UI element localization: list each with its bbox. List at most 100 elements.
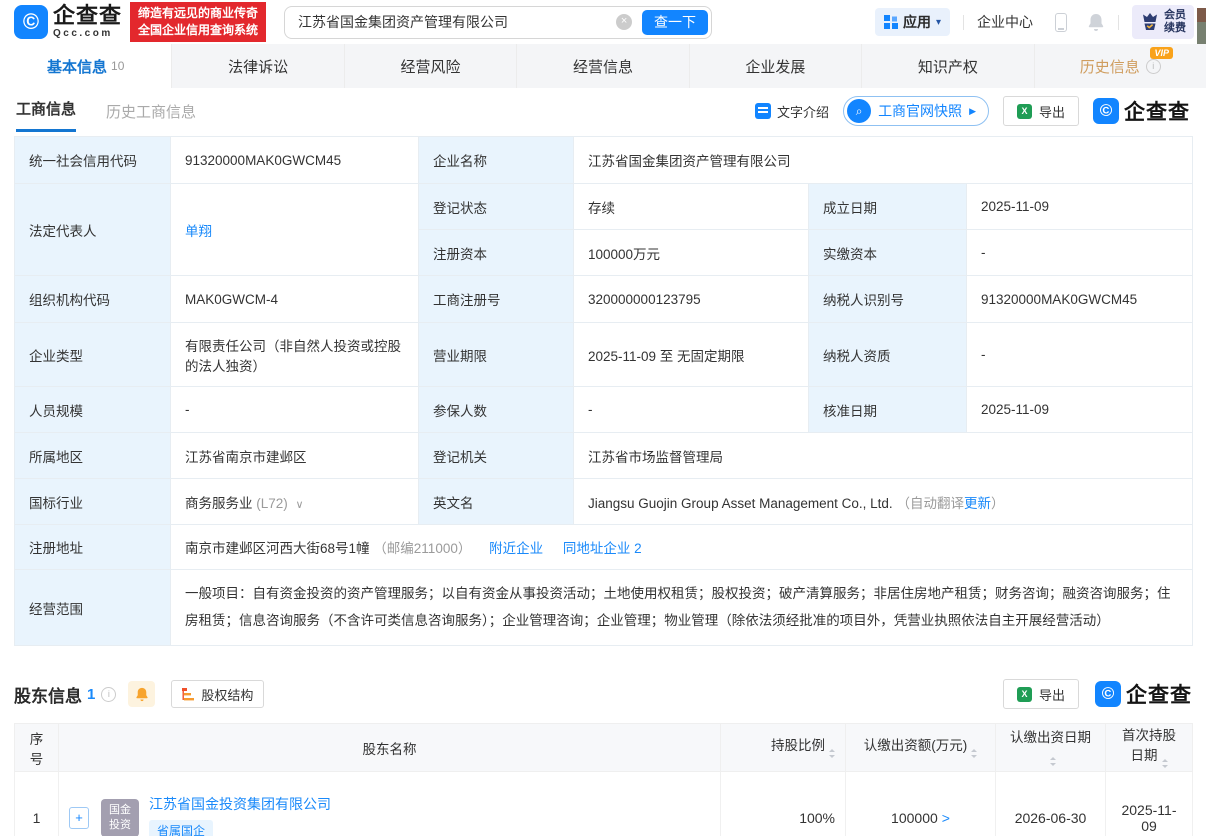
tab-basic-info[interactable]: 基本信息 10: [0, 44, 172, 88]
top-header-bar: © 企查查 Qcc.com 缔造有远见的商业传奇 全国企业信用查询系统 × 查一…: [0, 0, 1206, 44]
clear-search-icon[interactable]: ×: [616, 14, 633, 30]
shareholders-export-button[interactable]: X 导出: [1002, 679, 1079, 709]
expand-row-button[interactable]: +: [69, 806, 89, 829]
field-value: 91320000MAK0GWCM45: [965, 275, 1194, 323]
row-subscribe-date: 2026-06-30: [995, 771, 1106, 836]
snapshot-icon: ⌕: [847, 99, 872, 123]
field-label: 营业期限: [418, 322, 574, 387]
main-tab-bar: 基本信息 10 法律诉讼 经营风险 经营信息 企业发展 知识产权 VIP 历史信…: [0, 44, 1206, 88]
table-row: 经营范围 一般项目：自有资金投资的资产管理服务；以自有资金从事投资活动；土地使用…: [14, 569, 1194, 646]
vip-crown-icon: [1143, 13, 1157, 30]
member-renew-button[interactable]: 会员 续费: [1132, 5, 1194, 39]
qcc-icon: ©: [1093, 98, 1119, 124]
field-value: 南京市建邺区河西大街68号1幢 （邮编211000） 附近企业 同地址企业 2: [169, 524, 1194, 570]
table-row: 组织机构代码 MAK0GWCM-4 工商注册号 320000000123795 …: [14, 275, 1194, 323]
row-ratio: 100%: [720, 771, 846, 836]
field-label: 英文名: [418, 478, 574, 525]
field-value: 91320000MAK0GWCM45: [170, 136, 419, 184]
qcc-logo[interactable]: © 企查查 Qcc.com: [14, 5, 122, 39]
field-value: MAK0GWCM-4: [170, 275, 419, 323]
qcc-icon: ©: [1095, 681, 1121, 707]
subtab-business-info[interactable]: 工商信息: [16, 88, 77, 134]
tab-history-info[interactable]: VIP 历史信息 i: [1033, 44, 1206, 88]
postcode: （邮编211000）: [373, 541, 472, 556]
toolbar: 文字介绍 ⌕ 工商官网快照 ▶ X 导出 © 企查查: [755, 96, 1190, 126]
translate-update-link[interactable]: 更新: [964, 496, 991, 511]
shareholders-title: 股东信息: [14, 686, 82, 706]
row-amount: 100000 >: [845, 771, 996, 836]
field-label: 工商注册号: [418, 275, 574, 323]
field-value: -: [965, 322, 1194, 387]
tab-enterprise-development[interactable]: 企业发展: [688, 44, 861, 88]
field-value: -: [965, 229, 1194, 276]
scrollbar-thumb[interactable]: [1197, 8, 1206, 22]
tab-operating-info[interactable]: 经营信息: [516, 44, 688, 88]
tab-basic-info-count: 10: [111, 59, 125, 73]
business-scope-value: 一般项目：自有资金投资的资产管理服务；以自有资金从事投资活动；土地使用权租赁；股…: [169, 569, 1194, 646]
col-ratio: 持股比例: [720, 723, 846, 772]
member-line1: 会员: [1164, 8, 1186, 21]
same-address-companies-link[interactable]: 同地址企业 2: [563, 541, 642, 556]
col-seq: 序号: [14, 723, 59, 772]
subscribe-bell-icon[interactable]: [128, 681, 156, 707]
chevron-down-icon: ▾: [935, 16, 941, 28]
field-value: 2025-11-09 至 无固定期限: [573, 322, 809, 387]
field-label: 参保人数: [418, 386, 574, 433]
info-icon[interactable]: i: [1145, 58, 1161, 74]
field-value: 江苏省市场监督管理局: [572, 432, 1194, 479]
equity-structure-button[interactable]: 股权结构: [171, 680, 265, 708]
shareholder-name-link[interactable]: 江苏省国金投资集团有限公司: [149, 796, 331, 812]
legal-rep-link[interactable]: 单翔: [185, 224, 212, 239]
col-subscribe-date: 认缴出资日期: [995, 723, 1106, 772]
field-label: 经营范围: [14, 569, 171, 646]
mobile-app-icon[interactable]: [1055, 12, 1067, 32]
field-label: 注册资本: [418, 229, 574, 276]
tab-legal-litigation[interactable]: 法律诉讼: [171, 44, 343, 88]
field-label: 法定代表人: [14, 183, 171, 276]
play-icon: ▶: [969, 105, 976, 116]
industry-code: (L72): [256, 495, 288, 511]
export-button[interactable]: X 导出: [1002, 96, 1079, 126]
field-label: 核准日期: [808, 386, 967, 433]
sort-icon[interactable]: [1049, 754, 1056, 769]
top-nav: 应用 ▾ 企业中心 会员 续费: [874, 5, 1194, 39]
field-value: 江苏省国金集团资产管理有限公司: [572, 136, 1194, 184]
field-value: 100000万元: [573, 229, 809, 276]
tab-operating-risk[interactable]: 经营风险: [343, 44, 516, 88]
enterprise-center-link[interactable]: 企业中心: [977, 12, 1033, 32]
field-value: -: [170, 386, 419, 433]
sort-icon[interactable]: [1161, 756, 1168, 771]
amount-detail-link[interactable]: >: [942, 810, 950, 826]
subtab-history-business-info[interactable]: 历史工商信息: [106, 101, 196, 122]
field-value: 存续: [573, 183, 809, 230]
text-intro-button[interactable]: 文字介绍: [755, 102, 829, 121]
table-row: 所属地区 江苏省南京市建邺区 登记机关 江苏省市场监督管理局: [14, 432, 1194, 479]
col-shareholder-name: 股东名称: [58, 723, 721, 772]
info-icon[interactable]: i: [101, 686, 117, 702]
equity-structure-icon: [182, 687, 195, 700]
field-value: 2025-11-09: [965, 183, 1194, 230]
row-first-hold-date: 2025-11-09: [1105, 771, 1193, 836]
tab-intellectual-property[interactable]: 知识产权: [861, 44, 1033, 88]
divider: [1118, 14, 1119, 30]
slogan-line2: 全国企业信用查询系统: [138, 23, 259, 37]
apps-menu-button[interactable]: 应用 ▾: [874, 8, 950, 36]
sub-tab-bar: 工商信息 历史工商信息 文字介绍 ⌕ 工商官网快照 ▶ X 导出 © 企查查: [0, 88, 1206, 134]
sort-icon[interactable]: [971, 746, 978, 761]
shareholder-name-cell: + 国金 投资 江苏省国金投资集团有限公司 省属国企: [58, 771, 721, 836]
search-input[interactable]: [288, 14, 617, 30]
business-info-table: 统一社会信用代码 91320000MAK0GWCM45 企业名称 江苏省国金集团…: [14, 136, 1194, 646]
slogan-line1: 缔造有远见的商业传奇: [138, 6, 259, 21]
official-snapshot-button[interactable]: ⌕ 工商官网快照 ▶: [843, 96, 989, 126]
sort-icon[interactable]: [829, 746, 835, 761]
scrollbar-thumb[interactable]: [1197, 22, 1206, 44]
field-value: 有限责任公司（非自然人投资或控股的法人独资）: [170, 322, 419, 387]
nearby-companies-link[interactable]: 附近企业: [489, 541, 543, 556]
search-button[interactable]: 查一下: [642, 9, 709, 35]
field-label: 国标行业: [14, 478, 171, 525]
chevron-down-icon[interactable]: ∨: [296, 499, 304, 511]
field-label: 实缴资本: [808, 229, 967, 276]
apps-grid-icon: [883, 15, 898, 29]
notification-bell-icon[interactable]: [1087, 13, 1105, 32]
shareholder-row: 1 + 国金 投资 江苏省国金投资集团有限公司 省属国企 100% 100000…: [14, 771, 1193, 836]
